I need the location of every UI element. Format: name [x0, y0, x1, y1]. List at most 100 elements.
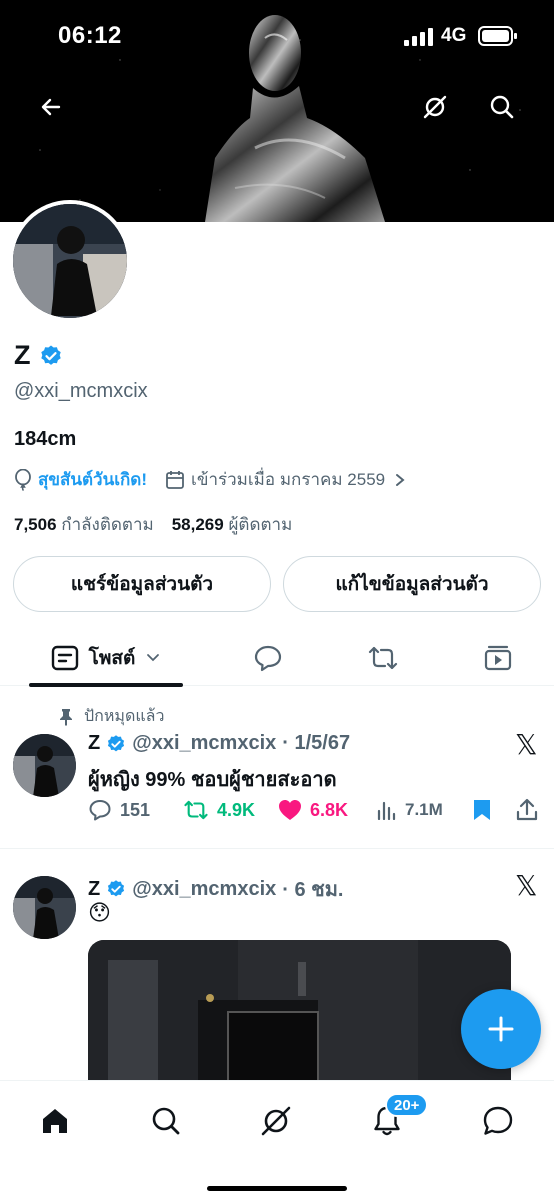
- like-count: 6.8K: [310, 799, 349, 820]
- video-media-icon: [484, 645, 512, 671]
- edit-profile-button[interactable]: แก้ไขข้อมูลส่วนตัว: [283, 556, 541, 612]
- repost-count: 4.9K: [217, 799, 256, 820]
- reply-count: 151: [120, 799, 151, 820]
- nav-messages[interactable]: [476, 1099, 520, 1143]
- bottom-navigation: [0, 1080, 554, 1199]
- back-button[interactable]: [31, 87, 71, 127]
- following-count: 7,506: [14, 515, 57, 534]
- followers-label: ผู้ติดตาม: [228, 515, 293, 534]
- post-photo: [88, 940, 511, 1090]
- post-avatar-photo: [13, 876, 76, 939]
- active-tab-indicator: [29, 683, 183, 687]
- share-icon: [516, 798, 538, 821]
- like-button[interactable]: 6.8K: [278, 796, 348, 824]
- post-header: Z @xxi_mcmxcix · 6 ชม.: [88, 873, 343, 905]
- avatar-photo: [13, 204, 127, 318]
- calendar-icon: [166, 470, 184, 489]
- pin-icon: [60, 708, 72, 726]
- status-bar: 06:12 4G: [0, 0, 554, 72]
- heart-filled-icon: [279, 800, 301, 820]
- chevron-down-icon: [147, 654, 160, 662]
- chevron-right-icon[interactable]: [393, 472, 407, 488]
- x-logo-icon[interactable]: 𝕏: [515, 728, 538, 761]
- repost-icon: [368, 646, 398, 670]
- followers-count: 58,269: [171, 515, 224, 534]
- x-logo-icon[interactable]: 𝕏: [515, 869, 538, 902]
- profile-banner[interactable]: 06:12 4G: [0, 0, 554, 222]
- status-time: 06:12: [58, 22, 122, 49]
- posts-tab-icon: [51, 645, 78, 671]
- post-avatar[interactable]: [13, 876, 76, 939]
- post-header: Z @xxi_mcmxcix · 1/5/67: [88, 732, 350, 755]
- following-label: กำลังติดตาม: [61, 515, 154, 534]
- compose-post-button[interactable]: [461, 989, 541, 1069]
- search-icon: [490, 95, 514, 119]
- tab-posts[interactable]: โพสต์: [29, 630, 183, 686]
- balloon-icon: [15, 468, 31, 491]
- post-timestamp[interactable]: · 6 ชม.: [282, 873, 343, 905]
- views-button[interactable]: 7.1M: [377, 796, 443, 824]
- profile-tabs: โพสต์: [0, 630, 554, 686]
- verified-badge-icon: [108, 734, 125, 751]
- post-timestamp[interactable]: · 1/5/67: [282, 732, 350, 755]
- pinned-indicator: ปักหมุดแล้ว: [58, 704, 164, 729]
- plus-icon: [488, 1016, 514, 1042]
- followers-link[interactable]: 58,269 ผู้ติดตาม: [172, 511, 293, 538]
- post-divider: [0, 848, 554, 849]
- tab-replies[interactable]: [240, 630, 296, 686]
- reply-icon: [89, 800, 111, 821]
- nav-grok[interactable]: [254, 1099, 298, 1143]
- reply-bubble-icon: [254, 645, 282, 672]
- post-avatar[interactable]: [13, 734, 76, 797]
- grok-icon: [261, 1106, 291, 1136]
- arrow-left-icon: [41, 98, 61, 116]
- post-author-handle[interactable]: @xxi_mcmxcix: [132, 878, 276, 901]
- analytics-icon: [377, 801, 396, 820]
- post-author-name[interactable]: Z: [88, 732, 100, 755]
- tab-media[interactable]: [470, 630, 526, 686]
- post-media-image[interactable]: [88, 940, 511, 1090]
- battery-icon: [478, 26, 517, 46]
- bookmark-filled-icon: [474, 800, 490, 820]
- tab-posts-label: โพสต์: [88, 648, 136, 669]
- nav-search[interactable]: [144, 1099, 188, 1143]
- follow-stats: 7,506 กำลังติดตาม 58,269 ผู้ติดตาม: [14, 511, 292, 538]
- share-button[interactable]: [516, 796, 538, 824]
- post-text: ผู้หญิง 99% ชอบผู้ชายสะอาด: [88, 769, 337, 791]
- network-type: 4G: [441, 25, 467, 46]
- birthday-text[interactable]: สุขสันต์วันเกิด!: [38, 466, 147, 493]
- repost-icon: [184, 800, 208, 820]
- bookmark-button[interactable]: [472, 796, 492, 824]
- display-name: Z: [14, 340, 31, 370]
- chat-bubble-icon: [483, 1106, 513, 1135]
- post-actions: 151 4.9K 6.8K 7.1M: [88, 796, 538, 824]
- grok-icon: [423, 95, 447, 119]
- profile-avatar[interactable]: [9, 200, 131, 322]
- cellular-signal-icon: [404, 28, 433, 46]
- repost-button[interactable]: 4.9K: [183, 796, 255, 824]
- joined-date: เข้าร่วมเมื่อ มกราคม 2559: [191, 470, 386, 489]
- pinned-label: ปักหมุดแล้ว: [84, 708, 165, 725]
- post-author-handle[interactable]: @xxi_mcmxcix: [132, 732, 276, 755]
- following-link[interactable]: 7,506 กำลังติดตาม: [14, 511, 154, 538]
- share-profile-button[interactable]: แชร์ข้อมูลส่วนตัว: [13, 556, 271, 612]
- verified-badge-icon[interactable]: [39, 344, 63, 368]
- nav-home[interactable]: [33, 1099, 77, 1143]
- verified-badge-icon: [108, 880, 125, 897]
- profile-handle: @xxi_mcmxcix: [14, 380, 148, 402]
- search-button[interactable]: [482, 87, 522, 127]
- post-author-name[interactable]: Z: [88, 878, 100, 901]
- notification-badge: 20+: [385, 1093, 429, 1117]
- profile-bio: 184cm: [14, 428, 77, 450]
- post-avatar-photo: [13, 734, 76, 797]
- profile-name-row: Z: [14, 340, 63, 371]
- views-count: 7.1M: [405, 800, 443, 819]
- search-icon: [152, 1107, 180, 1135]
- profile-meta: สุขสันต์วันเกิด! เข้าร่วมเมื่อ มกราคม 25…: [14, 466, 407, 493]
- grok-button[interactable]: [415, 87, 455, 127]
- reply-button[interactable]: 151: [88, 796, 150, 824]
- home-indicator: [207, 1186, 347, 1191]
- post-text: 😯: [88, 900, 111, 925]
- home-icon: [43, 1109, 67, 1133]
- tab-reposts[interactable]: [355, 630, 411, 686]
